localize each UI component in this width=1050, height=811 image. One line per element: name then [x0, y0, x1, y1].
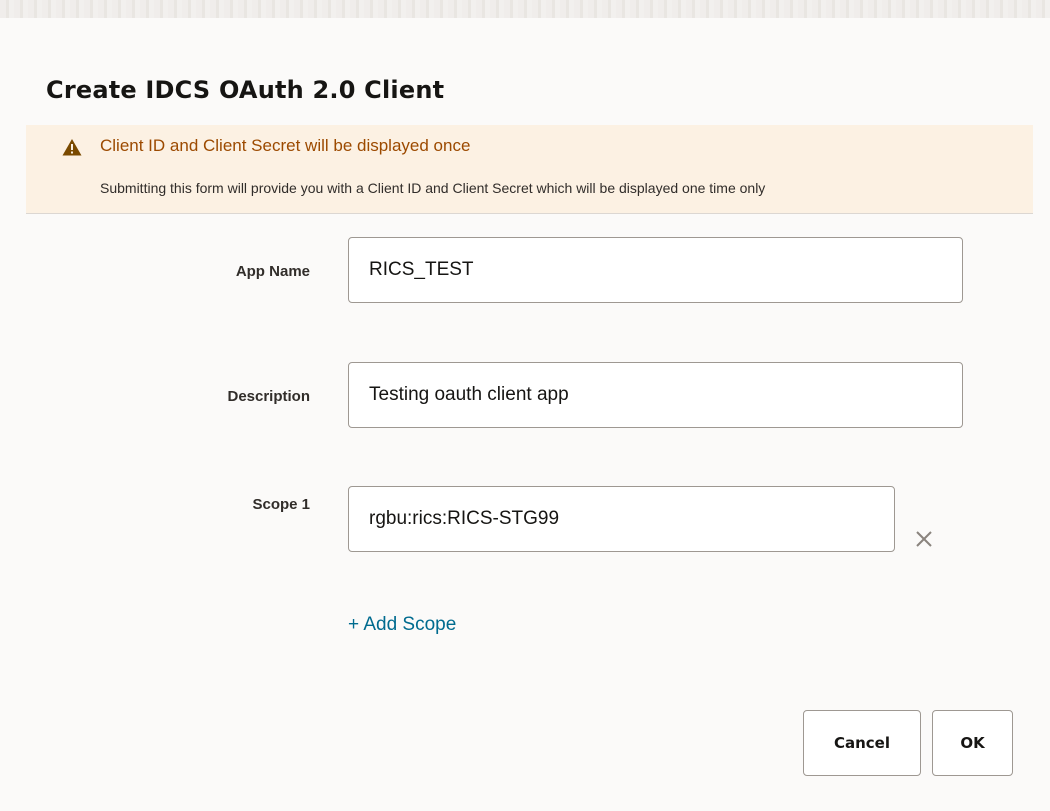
description-input[interactable] [348, 362, 963, 428]
close-icon[interactable] [910, 525, 938, 553]
scope-1-label: Scope 1 [252, 496, 310, 513]
ok-button[interactable]: OK [932, 710, 1013, 776]
background-strip [0, 0, 1050, 18]
dialog-title: Create IDCS OAuth 2.0 Client [46, 76, 445, 104]
description-label: Description [227, 388, 310, 405]
scope-1-input[interactable] [348, 486, 895, 552]
app-name-input[interactable] [348, 237, 963, 303]
add-scope-link[interactable]: + Add Scope [348, 614, 456, 636]
banner-message: Submitting this form will provide you wi… [100, 180, 766, 196]
warning-banner: Client ID and Client Secret will be disp… [26, 125, 1033, 214]
app-name-label: App Name [235, 263, 310, 280]
warning-triangle-icon [62, 139, 82, 156]
banner-title: Client ID and Client Secret will be disp… [100, 136, 471, 155]
cancel-button[interactable]: Cancel [803, 710, 921, 776]
create-oauth-client-dialog: Create IDCS OAuth 2.0 Client Client ID a… [0, 18, 1050, 811]
